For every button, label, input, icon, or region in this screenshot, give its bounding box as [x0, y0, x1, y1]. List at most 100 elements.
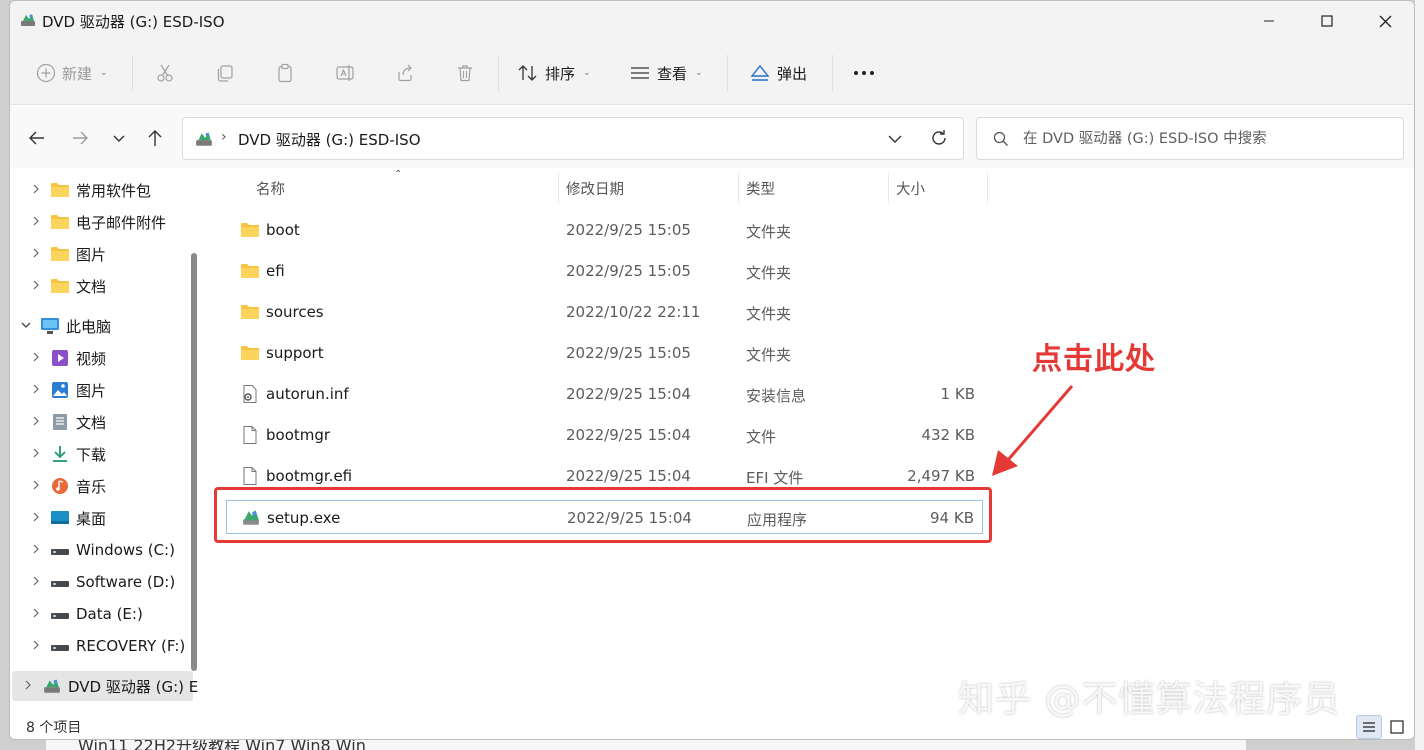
breadcrumb-path[interactable]: DVD 驱动器 (G:) ESD-ISO: [238, 129, 421, 150]
nav-item[interactable]: RECOVERY (F:): [10, 631, 195, 661]
details-view-button[interactable]: [1356, 715, 1382, 739]
folder-icon: [240, 221, 260, 239]
chevron-right-icon[interactable]: [30, 279, 42, 294]
column-header-size[interactable]: 大小: [896, 169, 925, 207]
file-row[interactable]: bootmgr 2022/9/25 15:04 文件 432 KB: [226, 418, 983, 452]
chevron-right-icon[interactable]: [30, 183, 42, 198]
scissors-icon: [157, 64, 173, 82]
chevron-right-icon[interactable]: [30, 511, 42, 526]
refresh-button[interactable]: [929, 128, 949, 152]
copy-icon: [217, 65, 233, 82]
column-header-type[interactable]: 类型: [746, 169, 775, 207]
column-header-date[interactable]: 修改日期: [566, 169, 624, 207]
column-divider[interactable]: [888, 173, 889, 203]
file-icon: [240, 467, 260, 485]
chevron-right-icon[interactable]: [22, 679, 34, 694]
column-divider[interactable]: [738, 173, 739, 203]
new-label: 新建: [62, 64, 93, 83]
nav-item-label: Data (E:): [76, 605, 143, 623]
chevron-right-icon[interactable]: [30, 447, 42, 462]
nav-item[interactable]: 视频: [10, 343, 195, 373]
file-name: sources: [266, 303, 324, 321]
nav-item-label: 常用软件包: [76, 181, 152, 200]
sort-ascending-icon: ⌃: [394, 169, 403, 180]
view-button[interactable]: 查看 ⌄: [629, 59, 703, 87]
chevron-right-icon[interactable]: [30, 383, 42, 398]
plus-circle-icon: [36, 63, 56, 83]
nav-item[interactable]: Software (D:): [10, 567, 195, 597]
sort-button[interactable]: 排序 ⌄: [517, 59, 591, 87]
nav-item[interactable]: 常用软件包: [10, 175, 195, 205]
maximize-icon: [1321, 15, 1333, 27]
minimize-icon: [1264, 20, 1274, 22]
paste-button[interactable]: [275, 59, 295, 87]
tiles-view-button[interactable]: [1384, 715, 1410, 739]
pictures-icon: [50, 381, 70, 399]
close-button[interactable]: [1356, 1, 1414, 41]
nav-item[interactable]: 图片: [10, 239, 195, 269]
column-divider[interactable]: [558, 173, 559, 203]
folder-icon: [50, 277, 70, 295]
chevron-right-icon[interactable]: [30, 351, 42, 366]
back-button[interactable]: [23, 124, 51, 152]
file-row[interactable]: efi 2022/9/25 15:05 文件夹: [226, 254, 983, 288]
nav-item[interactable]: 文档: [10, 271, 195, 301]
nav-item[interactable]: 此电脑: [10, 311, 195, 341]
file-row[interactable]: sources 2022/10/22 22:11 文件夹: [226, 295, 983, 329]
clipboard-icon: [278, 63, 292, 83]
file-explorer-window: DVD 驱动器 (G:) ESD-ISO 新建 ⌄ 排序 ⌄ 查看 ⌄ 弹出 ›…: [9, 0, 1415, 740]
desktop-icon: [50, 509, 70, 527]
chevron-right-icon[interactable]: [30, 607, 42, 622]
minimize-button[interactable]: [1240, 1, 1298, 41]
column-divider[interactable]: [987, 173, 988, 203]
column-header-name[interactable]: 名称: [256, 169, 285, 207]
address-history-button[interactable]: [885, 129, 905, 153]
file-row[interactable]: support 2022/9/25 15:05 文件夹: [226, 336, 983, 370]
nav-item[interactable]: 音乐: [10, 471, 195, 501]
nav-item[interactable]: DVD 驱动器 (G:) E: [12, 671, 198, 701]
chevron-right-icon[interactable]: [30, 215, 42, 230]
forward-button[interactable]: [66, 124, 94, 152]
chevron-right-icon[interactable]: [30, 543, 42, 558]
chevron-right-icon[interactable]: [30, 639, 42, 654]
nav-item[interactable]: 文档: [10, 407, 195, 437]
file-row[interactable]: boot 2022/9/25 15:05 文件夹: [226, 213, 983, 247]
eject-icon: [750, 64, 770, 81]
eject-button[interactable]: 弹出: [749, 59, 807, 87]
nav-item[interactable]: 电子邮件附件: [10, 207, 195, 237]
nav-item-label: Windows (C:): [76, 541, 175, 559]
cut-button[interactable]: [155, 59, 175, 87]
more-icon: [854, 71, 874, 75]
chevron-right-icon[interactable]: [30, 575, 42, 590]
nav-item[interactable]: Windows (C:): [10, 535, 195, 565]
drive-icon: [50, 637, 70, 655]
recent-locations-button[interactable]: [105, 124, 133, 152]
nav-item[interactable]: 下载: [10, 439, 195, 469]
delete-button[interactable]: [455, 59, 475, 87]
search-input[interactable]: [1023, 126, 1393, 152]
file-type: 文件夹: [746, 305, 792, 323]
nav-item-label: 文档: [76, 413, 107, 432]
nav-item[interactable]: 图片: [10, 375, 195, 405]
new-button[interactable]: 新建 ⌄: [36, 59, 108, 87]
share-button[interactable]: [395, 59, 415, 87]
chevron-right-icon[interactable]: [30, 247, 42, 262]
up-button[interactable]: [141, 124, 169, 152]
title-bar: DVD 驱动器 (G:) ESD-ISO: [10, 1, 1414, 41]
chevron-down-icon[interactable]: [20, 319, 32, 334]
file-name: efi: [266, 262, 285, 280]
chevron-right-icon[interactable]: [30, 415, 42, 430]
rename-button[interactable]: [335, 59, 355, 87]
dvd-drive-icon: [42, 677, 62, 695]
file-row[interactable]: autorun.inf 2022/9/25 15:04 安装信息 1 KB: [226, 377, 983, 411]
chevron-right-icon[interactable]: [30, 479, 42, 494]
dvd-drive-icon: [21, 14, 35, 26]
nav-item[interactable]: Data (E:): [10, 599, 195, 629]
documents-icon: [50, 413, 70, 431]
search-box[interactable]: [976, 117, 1404, 160]
nav-item[interactable]: 桌面: [10, 503, 195, 533]
copy-button[interactable]: [215, 59, 235, 87]
more-options-button[interactable]: [852, 59, 876, 87]
maximize-button[interactable]: [1298, 1, 1356, 41]
address-bar[interactable]: › DVD 驱动器 (G:) ESD-ISO: [182, 117, 964, 160]
